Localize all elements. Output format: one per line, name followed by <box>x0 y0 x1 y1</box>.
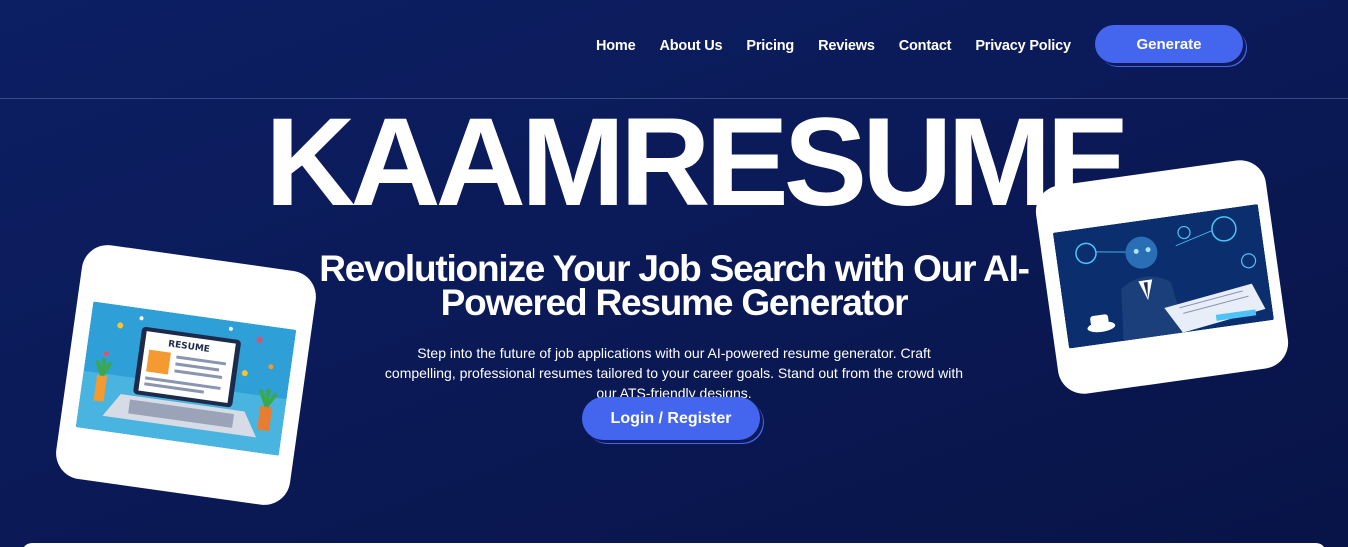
resume-laptop-image-card: RESUME <box>52 241 320 509</box>
nav-link-home[interactable]: Home <box>596 38 636 54</box>
resume-laptop-svg: RESUME <box>75 301 297 456</box>
next-section-edge <box>22 543 1326 547</box>
resume-laptop-illustration: RESUME <box>75 301 297 456</box>
hero-headline: Revolutionize Your Job Search with Our A… <box>319 248 1030 323</box>
ai-robot-svg <box>1052 203 1275 349</box>
login-register-button[interactable]: Login / Register <box>582 397 760 440</box>
nav-link-contact[interactable]: Contact <box>899 38 952 54</box>
nav-links: Home About Us Pricing Reviews Contact Pr… <box>596 38 1095 54</box>
hero-description: Step into the future of job applications… <box>384 345 964 401</box>
generate-button[interactable]: Generate <box>1095 25 1243 63</box>
ai-robot-image-card <box>1032 156 1292 398</box>
top-navbar: Home About Us Pricing Reviews Contact Pr… <box>0 0 1348 99</box>
nav-link-about-us[interactable]: About Us <box>660 38 723 54</box>
nav-link-reviews[interactable]: Reviews <box>818 38 875 54</box>
nav-link-privacy-policy[interactable]: Privacy Policy <box>975 38 1071 54</box>
ai-robot-illustration <box>1052 203 1275 349</box>
nav-link-pricing[interactable]: Pricing <box>746 38 794 54</box>
